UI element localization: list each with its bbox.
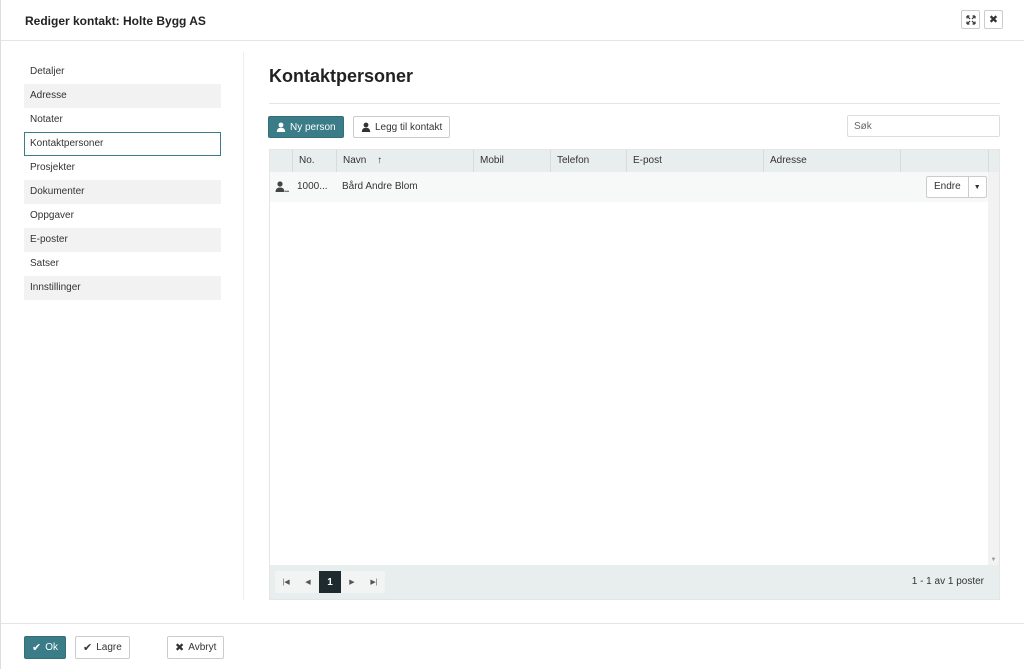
- first-page-button[interactable]: |◀: [275, 571, 297, 593]
- close-button[interactable]: ✖: [984, 10, 1003, 29]
- caret-down-icon: ▼: [973, 183, 981, 191]
- sort-ascending-icon: ↑: [377, 155, 383, 166]
- new-person-label: Ny person: [290, 121, 336, 133]
- table-row[interactable]: 1000... Bård Andre Blom Endre ▼: [270, 172, 988, 202]
- sidebar-nav: Detaljer Adresse Notater Kontaktpersoner…: [24, 60, 221, 300]
- cancel-icon: ✖: [175, 642, 185, 654]
- new-person-button[interactable]: Ny person: [268, 116, 344, 138]
- edit-contact-dialog: Rediger kontakt: Holte Bygg AS ✖ Detalje…: [0, 0, 1024, 669]
- cell-mobil: [473, 172, 550, 202]
- column-header-telefon[interactable]: Telefon: [550, 150, 626, 172]
- sidebar-item-adresse[interactable]: Adresse: [24, 84, 221, 108]
- last-page-icon: ▶|: [370, 579, 378, 586]
- first-page-icon: |◀: [282, 579, 290, 586]
- scroll-down-icon[interactable]: ▼: [988, 555, 999, 565]
- checkmark-icon: ✔: [83, 642, 93, 654]
- sidebar-item-satser[interactable]: Satser: [24, 252, 221, 276]
- ok-label: Ok: [45, 642, 58, 653]
- sidebar-item-innstillinger[interactable]: Innstillinger: [24, 276, 221, 300]
- expand-icon: [965, 14, 976, 25]
- contacts-grid: No. Navn ↑ Mobil Telefon E-post Adresse …: [269, 149, 1000, 600]
- row-action-group: Endre ▼: [926, 176, 987, 198]
- column-header-actions: [900, 150, 988, 172]
- person-icon: [276, 122, 286, 132]
- column-header-icon: [270, 150, 292, 172]
- next-page-icon: ▶: [349, 579, 355, 586]
- action-dropdown-toggle[interactable]: ▼: [969, 177, 986, 197]
- cell-adresse: [763, 172, 900, 202]
- cancel-button[interactable]: ✖ Avbryt: [167, 636, 225, 659]
- column-header-scroll: [988, 150, 999, 172]
- dialog-footer: ✔ Ok ✔ Lagre ✖ Avbryt: [1, 623, 1024, 669]
- close-icon: ✖: [988, 14, 999, 26]
- dialog-header: Rediger kontakt: Holte Bygg AS ✖: [1, 0, 1024, 41]
- next-page-button[interactable]: ▶: [341, 571, 363, 593]
- page-title: Kontaktpersoner: [269, 66, 414, 86]
- expand-button[interactable]: [961, 10, 980, 29]
- sidebar-item-dokumenter[interactable]: Dokumenter: [24, 180, 221, 204]
- column-header-adresse[interactable]: Adresse: [763, 150, 900, 172]
- page-button-current[interactable]: 1: [319, 571, 341, 593]
- sidebar-item-oppgaver[interactable]: Oppgaver: [24, 204, 221, 228]
- person-icon: [275, 181, 289, 193]
- previous-page-icon: ◀: [305, 579, 311, 586]
- cancel-label: Avbryt: [188, 642, 217, 653]
- dialog-title: Rediger kontakt: Holte Bygg AS: [25, 14, 206, 28]
- grid-pager: |◀ ◀ 1 ▶ ▶| 1 - 1 av 1 poster: [270, 565, 999, 599]
- column-header-no[interactable]: No.: [292, 150, 336, 172]
- save-label: Lagre: [96, 642, 122, 653]
- previous-page-button[interactable]: ◀: [297, 571, 319, 593]
- sidebar-item-notater[interactable]: Notater: [24, 108, 221, 132]
- cell-telefon: [550, 172, 626, 202]
- edit-button[interactable]: Endre: [927, 177, 969, 197]
- person-icon: [361, 122, 371, 132]
- sidebar-item-detaljer[interactable]: Detaljer: [24, 60, 221, 84]
- title-divider: [269, 103, 1000, 104]
- add-contact-button[interactable]: Legg til kontakt: [353, 116, 451, 138]
- cell-navn: Bård Andre Blom: [342, 181, 418, 192]
- column-header-navn-label: Navn: [343, 155, 367, 166]
- checkmark-icon: ✔: [32, 642, 42, 654]
- column-header-navn[interactable]: Navn ↑: [336, 150, 473, 172]
- save-button[interactable]: ✔ Lagre: [75, 636, 130, 659]
- column-header-mobil[interactable]: Mobil: [473, 150, 550, 172]
- sidebar-item-e-poster[interactable]: E-poster: [24, 228, 221, 252]
- grid-header: No. Navn ↑ Mobil Telefon E-post Adresse: [270, 150, 999, 172]
- search-input[interactable]: [847, 115, 1000, 137]
- grid-scrollbar[interactable]: ▼: [988, 172, 999, 565]
- column-header-epost[interactable]: E-post: [626, 150, 763, 172]
- cell-epost: [626, 172, 763, 202]
- last-page-button[interactable]: ▶|: [363, 571, 385, 593]
- vertical-divider: [243, 52, 244, 600]
- sidebar-item-kontaktpersoner[interactable]: Kontaktpersoner: [24, 132, 221, 156]
- sidebar-item-prosjekter[interactable]: Prosjekter: [24, 156, 221, 180]
- pager-info: 1 - 1 av 1 poster: [911, 576, 984, 587]
- cell-no: 1000...: [297, 181, 328, 192]
- ok-button[interactable]: ✔ Ok: [24, 636, 66, 659]
- add-contact-label: Legg til kontakt: [375, 121, 443, 133]
